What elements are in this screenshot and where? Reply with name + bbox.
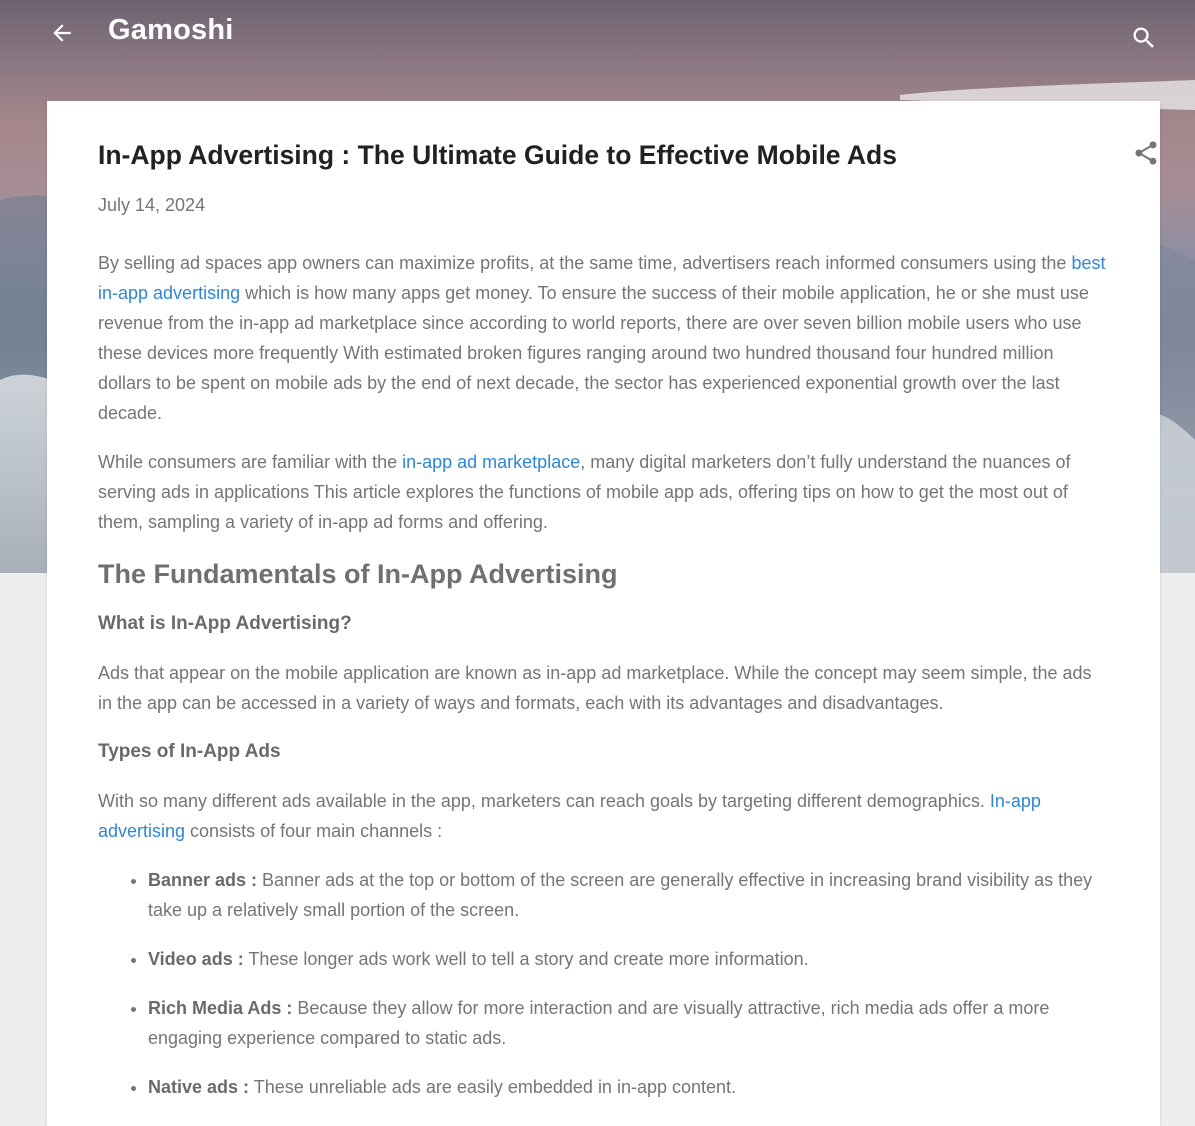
post-title: In-App Advertising : The Ultimate Guide … [98,140,897,170]
share-icon [1135,141,1157,165]
paragraph-text: While consumers are familiar with the [98,452,403,472]
subheading-what-is: What is In-App Advertising? [98,613,352,634]
post-card: In-App Advertising : The Ultimate Guide … [47,101,1160,1126]
list-item-label: Banner ads : [148,870,258,890]
paragraph-text: which is how many apps get money. To ens… [98,283,1089,423]
list-item-label: Video ads : [148,949,244,969]
paragraph-text: By selling ad spaces app owners can maxi… [98,253,1072,273]
ad-types-list: Banner ads : Banner ads at the top or bo… [98,865,1110,1102]
section-heading-fundamentals: The Fundamentals of In-App Advertising [98,559,618,589]
search-button[interactable] [1128,22,1160,54]
subheading-types: Types of In-App Ads [98,741,281,762]
paragraph-text: consists of four main channels : [185,821,443,841]
list-item: Rich Media Ads : Because they allow for … [148,993,1110,1053]
list-item-label: Rich Media Ads : [148,998,293,1018]
paragraph-intro: By selling ad spaces app owners can maxi… [98,248,1110,428]
back-button[interactable] [46,17,78,49]
list-item: Native ads : These unreliable ads are ea… [148,1072,1110,1102]
blog-title[interactable]: Gamoshi [108,14,234,47]
in-app-ad-marketplace-link[interactable]: in-app ad marketplace [402,452,580,472]
list-item-text: These longer ads work well to tell a sto… [243,949,809,969]
list-item: Video ads : These longer ads work well t… [148,944,1110,974]
post-body: By selling ad spaces app owners can maxi… [98,248,1110,1121]
list-item-label: Native ads : [148,1077,250,1097]
list-item-text: These unreliable ads are easily embedded… [249,1077,737,1097]
list-item-text: Banner ads at the top or bottom of the s… [148,870,1093,920]
paragraph-channels: With so many different ads available in … [98,786,1110,846]
paragraph-marketers: While consumers are familiar with the in… [98,447,1110,537]
share-button[interactable] [1131,138,1161,168]
top-app-bar: Gamoshi [0,0,1195,70]
paragraph-text: With so many different ads available in … [98,791,990,811]
list-item: Banner ads : Banner ads at the top or bo… [148,865,1110,925]
arrow-left-icon [53,24,71,42]
search-icon [1133,27,1154,48]
paragraph-definition: Ads that appear on the mobile applicatio… [98,663,1092,713]
post-date: July 14, 2024 [98,195,206,215]
